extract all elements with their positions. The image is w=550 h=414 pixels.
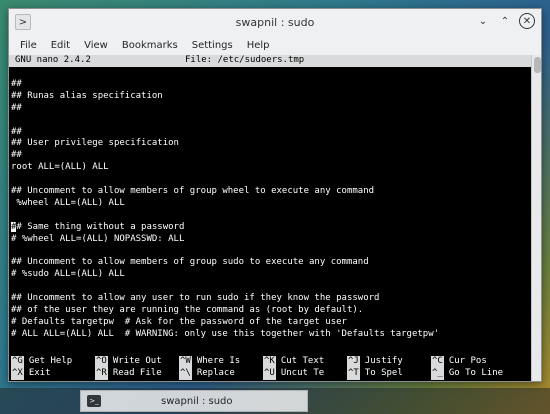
shortcut-key: ^U [263, 368, 276, 380]
shortcut-item: ^R Read File [95, 368, 179, 380]
editor-line: ## Uncomment to allow members of group s… [11, 257, 369, 268]
shortcut-row: ^X Exit ^R Read File ^\ Replace ^U Uncut Te ^T To… [11, 368, 515, 380]
editor-line: # %wheel ALL=(ALL) NOPASSWD: ALL [11, 233, 185, 244]
editor-line: ## Uncomment to allow members of group w… [11, 186, 375, 197]
shortcut-key: ^R [95, 368, 108, 380]
shortcut-label: Go To Line [448, 368, 504, 378]
shortcut-item: ^\ Replace [179, 368, 263, 380]
editor-line: # Defaults targetpw # Ask for the passwo… [11, 316, 347, 327]
editor-line: ## Uncomment to allow any user to run su… [11, 293, 380, 304]
scrollbar[interactable] [531, 55, 541, 381]
shortcut-label: Exit [28, 368, 51, 378]
shortcut-item: ^W Where Is [179, 356, 263, 368]
shortcut-item: ^O Write Out [95, 356, 179, 368]
window-menu-icon[interactable]: > [15, 14, 31, 30]
shortcut-key: ^\ [179, 368, 192, 380]
title-bar[interactable]: > swapnil : sudo ⌄ ⌃ ✕ [9, 9, 541, 35]
taskbar-task-label: swapnil : sudo [161, 395, 233, 407]
shortcut-label: Uncut Te [280, 368, 325, 378]
editor-line: ## of the user they are running the comm… [11, 304, 364, 315]
editor-line: # %sudo ALL=(ALL) ALL [11, 269, 125, 280]
maximize-icon[interactable]: ⌃ [497, 13, 513, 29]
editor-line: ## [11, 126, 22, 137]
editor-line: # ALL ALL=(ALL) ALL # WARNING: only use … [11, 328, 440, 339]
shortcut-label: Get Help [28, 356, 73, 366]
editor-line: ## [11, 150, 22, 161]
shortcut-key: ^C [431, 356, 444, 368]
shortcut-item: ^C Cur Pos [431, 356, 515, 368]
shortcut-label: Replace [196, 368, 235, 378]
nano-header: GNU nano 2.4.2 File: /etc/sudoers.tmp [9, 55, 531, 67]
shortcut-label: To Spel [364, 368, 403, 378]
editor-line: %wheel ALL=(ALL) ALL [11, 197, 125, 208]
shortcut-label: Cur Pos [448, 356, 487, 366]
shortcut-item: ^_ Go To Line [431, 368, 515, 380]
shortcut-label: Cut Text [280, 356, 325, 366]
editor-line: ## User privilege specification [11, 138, 179, 149]
shortcut-label: Justify [364, 356, 403, 366]
nano-version: GNU nano 2.4.2 [15, 55, 91, 65]
shortcut-label: Where Is [196, 356, 241, 366]
shortcut-key: ^G [11, 356, 24, 368]
terminal-area[interactable]: GNU nano 2.4.2 File: /etc/sudoers.tmp ##… [9, 55, 531, 381]
shortcut-key: ^O [95, 356, 108, 368]
shortcut-key: ^K [263, 356, 276, 368]
editor-line-text: # Same thing without a password [16, 221, 185, 232]
taskbar-task[interactable]: >_ swapnil : sudo [80, 390, 308, 412]
shortcut-item: ^J Justify [347, 356, 431, 368]
editor-line: root ALL=(ALL) ALL [11, 162, 109, 173]
menu-help[interactable]: Help [240, 38, 277, 53]
close-icon[interactable]: ✕ [519, 13, 535, 29]
shortcut-key: ^_ [431, 368, 444, 380]
terminal-window: > swapnil : sudo ⌄ ⌃ ✕ File Edit View Bo… [8, 8, 542, 382]
editor-line: ## [11, 79, 22, 89]
menu-edit[interactable]: Edit [44, 38, 77, 53]
menu-file[interactable]: File [13, 38, 44, 53]
menu-bookmarks[interactable]: Bookmarks [115, 38, 185, 53]
shortcut-item: ^U Uncut Te [263, 368, 347, 380]
shortcut-key: ^X [11, 368, 24, 380]
shortcut-item: ^G Get Help [11, 356, 95, 368]
editor-line: ## [11, 102, 22, 113]
menu-settings[interactable]: Settings [185, 38, 240, 53]
shortcut-key: ^W [179, 356, 192, 368]
taskbar: >_ swapnil : sudo [0, 388, 550, 414]
shortcut-item: ^T To Spel [347, 368, 431, 380]
window-title: swapnil : sudo [235, 15, 315, 29]
scrollbar-thumb[interactable] [534, 57, 541, 73]
terminal-icon: >_ [87, 395, 101, 407]
shortcut-item: ^K Cut Text [263, 356, 347, 368]
editor-line: ## Runas alias specification [11, 90, 163, 101]
shortcut-key: ^T [347, 368, 360, 380]
shortcut-item: ^X Exit [11, 368, 95, 380]
editor-line: ## Same thing without a password [11, 221, 531, 234]
menu-view[interactable]: View [77, 38, 115, 53]
shortcut-label: Write Out [112, 356, 162, 366]
shortcut-label: Read File [112, 368, 162, 378]
shortcut-key: ^J [347, 356, 360, 368]
nano-shortcuts: ^G Get Help ^O Write Out ^W Where Is ^K Cut Tex… [11, 356, 515, 380]
menu-bar: File Edit View Bookmarks Settings Help [9, 35, 541, 55]
editor-lines[interactable]: ## ## Runas alias specification ## ## ## Use… [9, 67, 531, 341]
shortcut-row: ^G Get Help ^O Write Out ^W Where Is ^K Cut Tex… [11, 356, 515, 368]
minimize-icon[interactable]: ⌄ [475, 13, 491, 29]
nano-filename: File: /etc/sudoers.tmp [185, 55, 305, 65]
